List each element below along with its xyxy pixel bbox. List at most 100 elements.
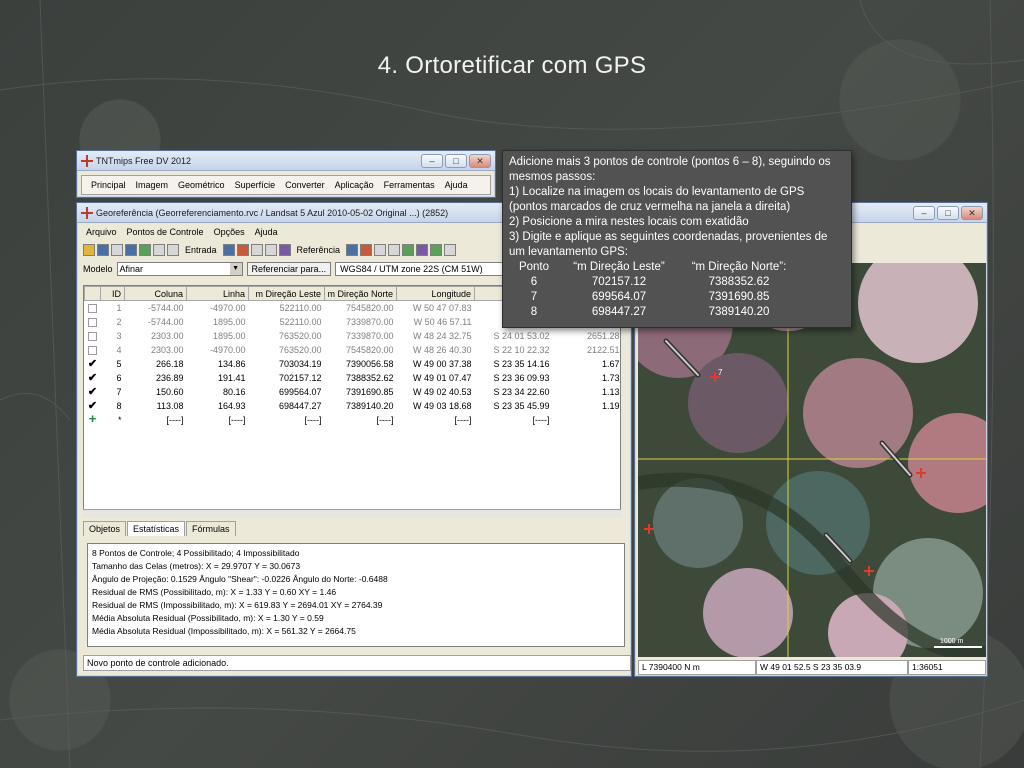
menu-superficie[interactable]: Superfície [230,180,281,190]
cell-coluna[interactable]: 2303.00 [125,343,187,357]
cell-linha[interactable]: -4970.00 [187,343,249,357]
cell-id[interactable]: 5 [101,357,125,371]
check-icon[interactable] [153,244,165,256]
map-minimize-button[interactable]: – [913,205,935,220]
menu-aplicacao[interactable]: Aplicação [330,180,379,190]
print-icon[interactable] [444,244,457,256]
entrada-zoom-icon[interactable] [250,244,263,256]
cell-linha[interactable]: 134.86 [187,357,249,371]
cell-residual[interactable] [553,413,621,427]
cell-longitude[interactable]: W 49 01 07.47 [397,371,475,385]
cell-linha[interactable]: 1895.00 [187,329,249,343]
cell-linha[interactable]: 80.16 [187,385,249,399]
cell-coluna[interactable]: -5744.00 [125,315,187,329]
tab-formulas[interactable]: Fórmulas [186,521,236,536]
cell-id[interactable]: 1 [101,301,125,315]
cell-latitude[interactable]: S 23 34 22.60 [475,385,553,399]
cell-coluna[interactable]: [----] [125,413,187,427]
cell-norte[interactable]: 7339870.00 [325,315,397,329]
cell-norte[interactable]: 7388352.62 [325,371,397,385]
menu-opcoes[interactable]: Opções [209,227,250,237]
tab-objetos[interactable]: Objetos [83,521,127,536]
row-enable-checkbox[interactable] [85,315,101,329]
cell-norte[interactable]: 7545820.00 [325,343,397,357]
cell-longitude[interactable]: W 48 26 40.30 [397,343,475,357]
cell-latitude[interactable]: S 23 35 45.99 [475,399,553,413]
cell-longitude[interactable]: W 49 03 18.68 [397,399,475,413]
column-header-id[interactable]: ID [100,286,125,301]
entrada-layer-icon[interactable] [236,244,249,256]
cell-coluna[interactable]: 113.08 [125,399,187,413]
list-icon[interactable] [111,244,123,256]
cell-norte[interactable]: 7545820.00 [325,301,397,315]
cell-linha[interactable]: -4970.00 [187,301,249,315]
close-button[interactable]: ✕ [469,153,491,168]
table-row[interactable]: ✔ 7 150.60 80.16 699564.07 7391690.85 W 49 02 … [85,385,621,399]
layers-icon[interactable] [125,244,137,256]
cell-leste[interactable]: 703034.19 [249,357,325,371]
cell-linha[interactable]: 191.41 [187,371,249,385]
referencia-zoom-icon[interactable] [374,244,387,256]
cell-latitude[interactable]: S 23 35 14.16 [475,357,553,371]
row-enable-checkbox[interactable]: ✔ [85,357,101,371]
export-icon[interactable] [430,244,443,256]
menu-ajuda-geo[interactable]: Ajuda [250,227,283,237]
cell-coluna[interactable]: 2303.00 [125,329,187,343]
entrada-pan-icon[interactable] [264,244,277,256]
cell-id[interactable]: 4 [101,343,125,357]
column-header-norte[interactable]: m Direção Norte [324,286,397,301]
cell-coluna[interactable]: 150.60 [125,385,187,399]
tab-estatisticas[interactable]: Estatísticas [127,521,186,536]
model-select[interactable]: Afinar ▼ [116,262,243,276]
cell-norte[interactable]: 7389140.20 [325,399,397,413]
cell-linha[interactable]: 164.93 [187,399,249,413]
column-header-coluna[interactable]: Coluna [124,286,187,301]
map-close-button[interactable]: ✕ [961,205,983,220]
row-enable-checkbox[interactable]: ✔ [85,385,101,399]
cell-leste[interactable]: 522110.00 [249,315,325,329]
entrada-view-icon[interactable] [222,244,235,256]
referencia-view-icon[interactable] [346,244,359,256]
maximize-button[interactable]: □ [445,153,467,168]
menu-arquivo[interactable]: Arquivo [81,227,122,237]
column-header-linha[interactable]: Linha [186,286,249,301]
cell-leste[interactable]: 702157.12 [249,371,325,385]
tntmips-titlebar[interactable]: TNTmips Free DV 2012 – □ ✕ [77,151,495,171]
cell-leste[interactable]: 763520.00 [249,329,325,343]
table-row[interactable]: ✔ 8 113.08 164.93 698447.27 7389140.20 W 49 03… [85,399,621,413]
cell-leste[interactable]: [----] [249,413,325,427]
cell-id[interactable]: 3 [101,329,125,343]
menu-pontos-de-controle[interactable]: Pontos de Controle [122,227,209,237]
cell-longitude[interactable]: W 48 24 32.75 [397,329,475,343]
cell-id[interactable]: 7 [101,385,125,399]
menu-geometrico[interactable]: Geométrico [173,180,230,190]
referencia-pan-icon[interactable] [388,244,401,256]
entrada-tag-icon[interactable] [278,244,291,256]
cell-longitude[interactable]: W 49 02 40.53 [397,385,475,399]
add-point-icon[interactable] [139,244,151,256]
cell-norte[interactable]: 7391690.85 [325,385,397,399]
cell-residual[interactable]: 1.19 [553,399,621,413]
row-enable-checkbox[interactable]: + [85,413,101,427]
row-enable-checkbox[interactable]: ✔ [85,371,101,385]
cell-latitude[interactable]: S 24 01 53.02 [475,329,553,343]
table-row[interactable]: ✔ 5 266.18 134.86 703034.19 7390056.58 W 49 00… [85,357,621,371]
cell-longitude[interactable]: W 49 00 37.38 [397,357,475,371]
row-enable-checkbox[interactable] [85,301,101,315]
cell-leste[interactable]: 699564.07 [249,385,325,399]
cell-norte[interactable]: 7339870.00 [325,329,397,343]
cell-longitude[interactable]: [----] [397,413,475,427]
cell-longitude[interactable]: W 50 47 07.83 [397,301,475,315]
map-maximize-button[interactable]: □ [937,205,959,220]
menu-ajuda[interactable]: Ajuda [440,180,473,190]
referencia-layer-icon[interactable] [360,244,373,256]
table-row[interactable]: 3 2303.00 1895.00 763520.00 7339870.00 W 48 2… [85,329,621,343]
referenciar-para-button[interactable]: Referenciar para... [246,262,332,276]
cell-norte[interactable]: 7390056.58 [325,357,397,371]
cell-residual[interactable]: 2651.28 [553,329,621,343]
projection-field[interactable]: WGS84 / UTM zone 22S (CM 51W) [335,262,504,276]
table-row[interactable]: ✔ 6 236.89 191.41 702157.12 7388352.62 W 49 01… [85,371,621,385]
cell-leste[interactable]: 522110.00 [249,301,325,315]
referencia-grid-icon[interactable] [402,244,415,256]
menu-principal[interactable]: Principal [86,180,131,190]
